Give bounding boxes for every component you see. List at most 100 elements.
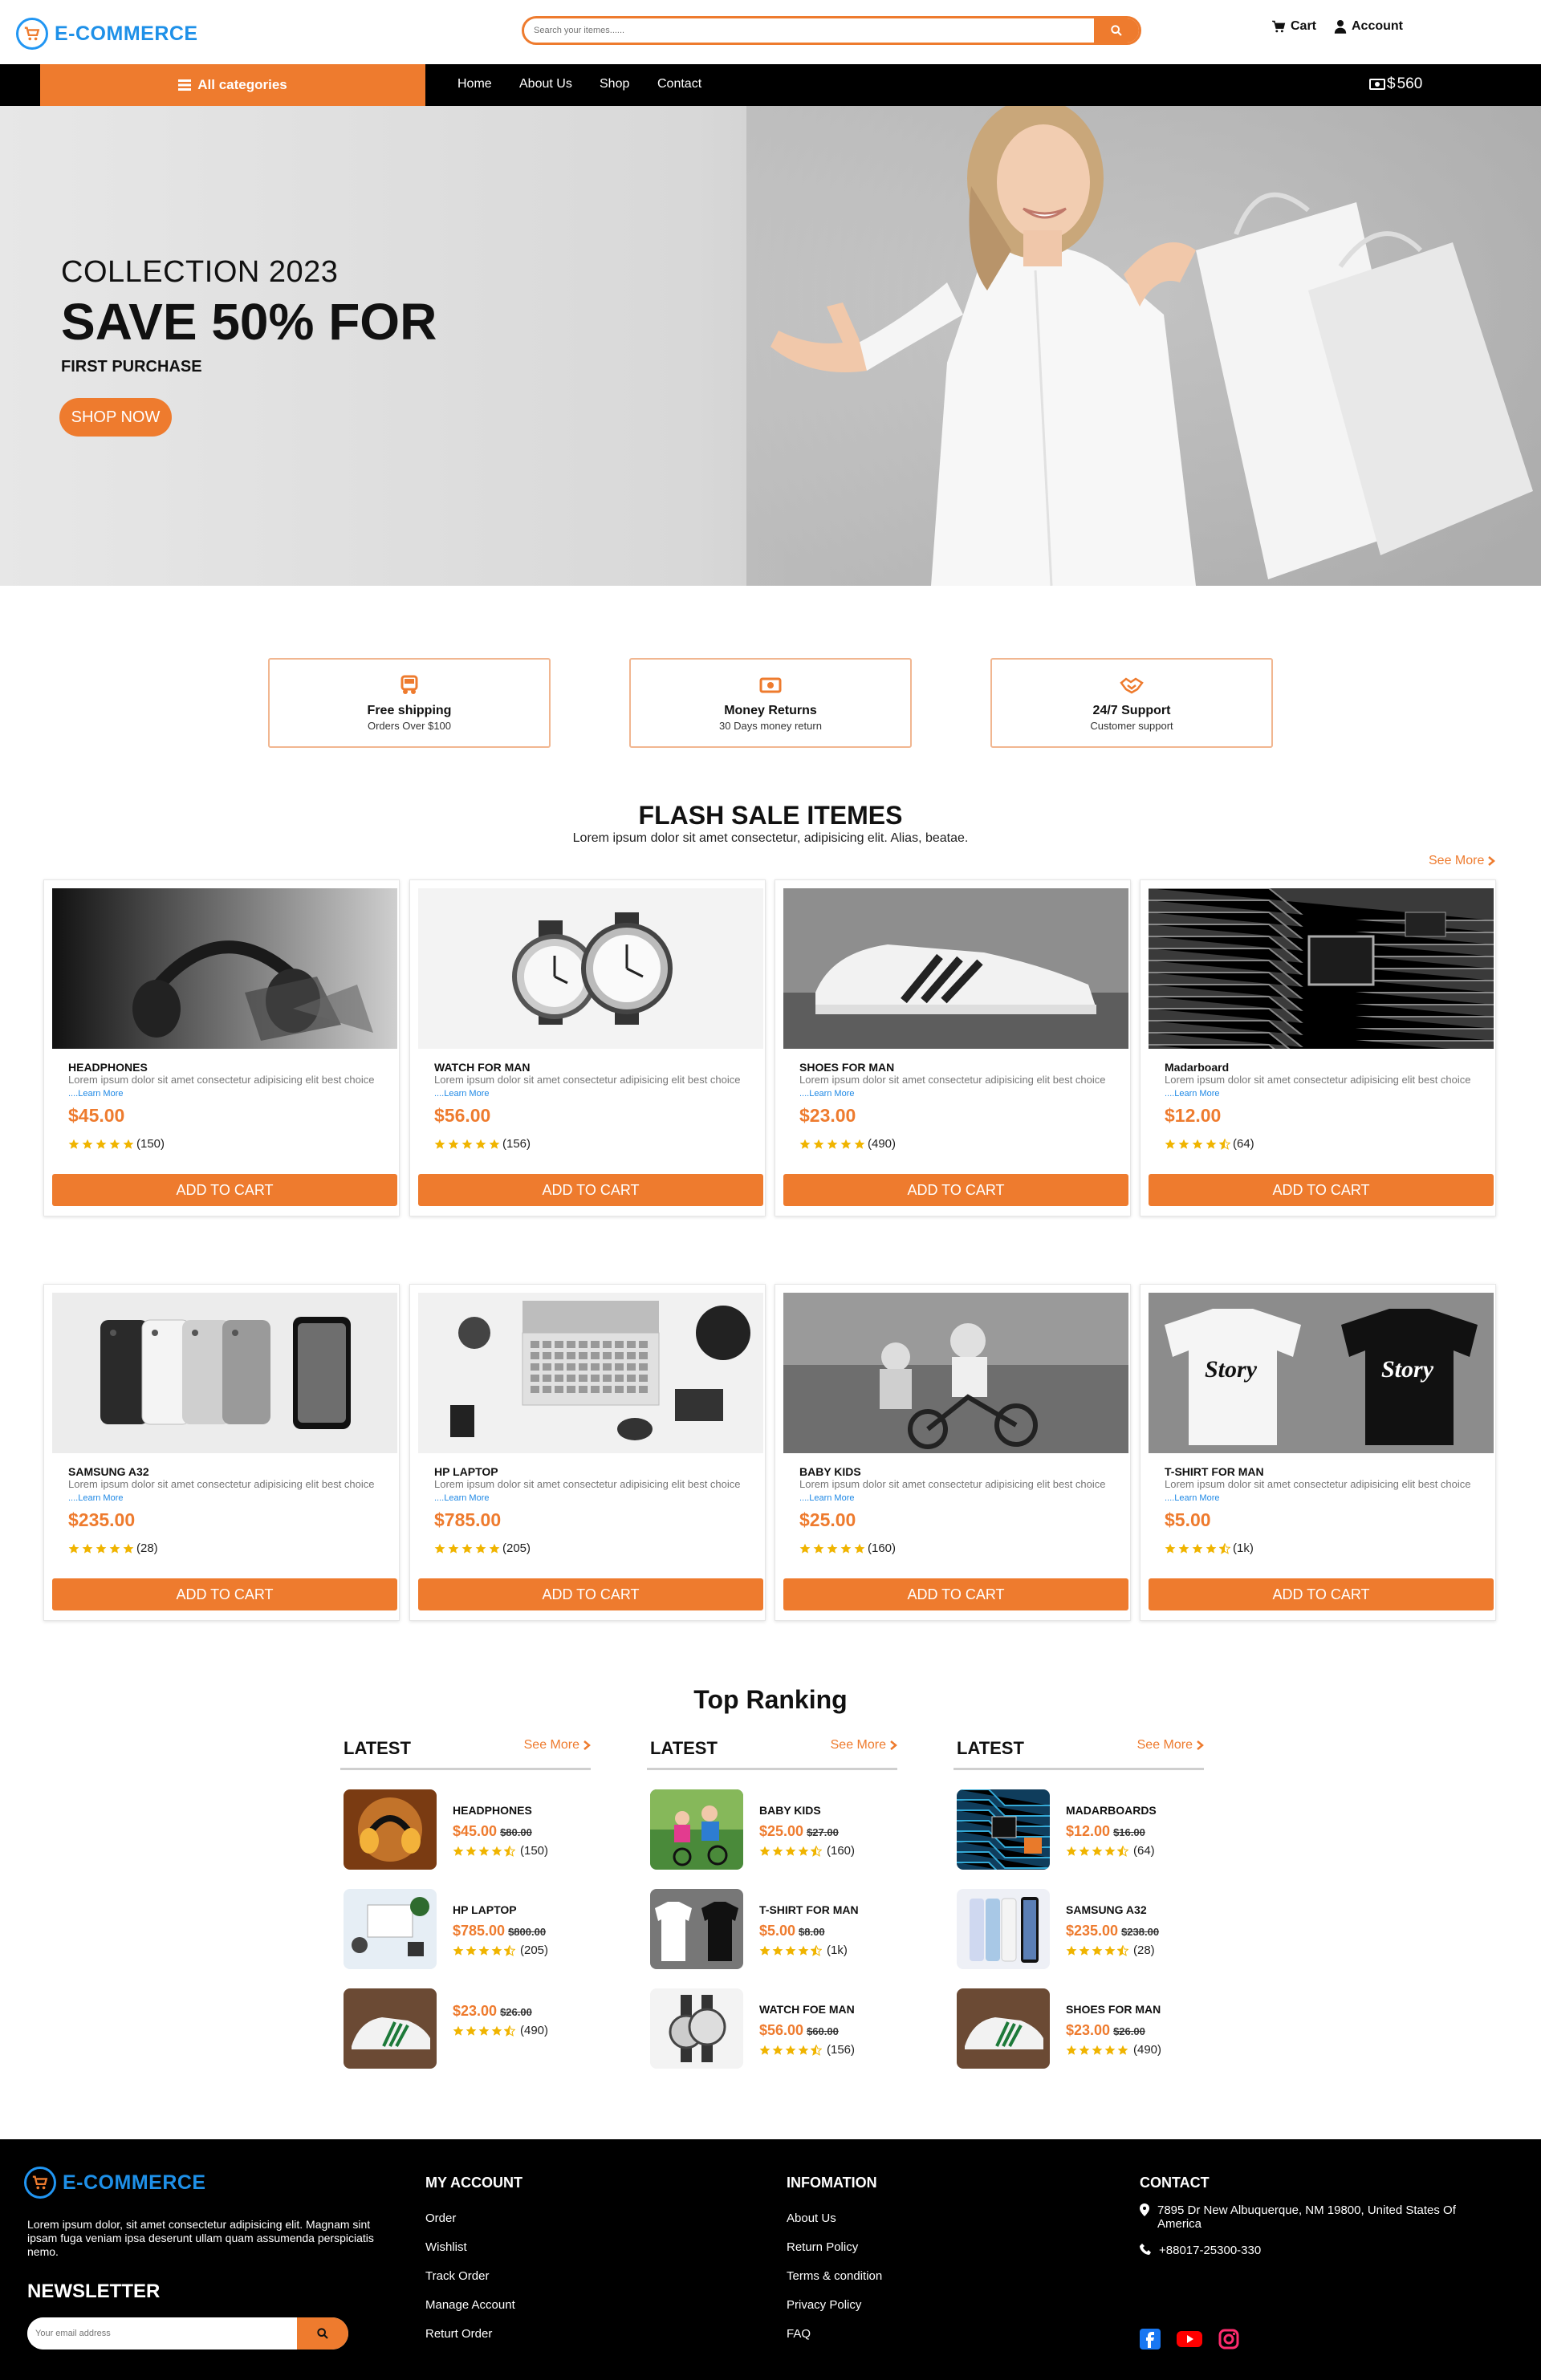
product-card-headphones[interactable]: HEADPHONES Lorem ipsum dolor sit amet co… <box>43 879 400 1216</box>
brand-logo[interactable]: E-COMMERCE <box>16 18 198 50</box>
learn-more-link[interactable]: ....Learn More <box>434 1089 489 1099</box>
ranking-item[interactable]: SAMSUNG A32 $235.00 $238.00 (28) <box>957 1889 1204 1969</box>
footer-about-text: Lorem ipsum dolor, sit amet consectetur … <box>27 2218 374 2258</box>
product-card-hp-laptop[interactable]: HP LAPTOP Lorem ipsum dolor sit amet con… <box>409 1284 766 1621</box>
product-description: Lorem ipsum dolor sit amet consectetur a… <box>1165 1478 1471 1503</box>
footer-link-about-us[interactable]: About Us <box>787 2211 836 2225</box>
product-image[interactable]: Story Story <box>1149 1293 1494 1453</box>
footer-link-order[interactable]: Order <box>425 2211 456 2225</box>
ranking-column-label: LATEST <box>650 1738 718 1758</box>
star-icon <box>466 1846 477 1856</box>
add-to-cart-button[interactable]: ADD TO CART <box>1149 1174 1494 1206</box>
add-to-cart-button[interactable]: ADD TO CART <box>418 1578 763 1610</box>
ranking-see-more-link[interactable]: See More <box>831 1738 897 1753</box>
shop-now-button[interactable]: SHOP NOW <box>59 398 172 437</box>
ranking-item-image[interactable] <box>344 1789 437 1870</box>
learn-more-link[interactable]: ....Learn More <box>799 1493 854 1503</box>
ranking-item[interactable]: SHOES FOR MAN $23.00 $26.00 (490) <box>957 1988 1204 2069</box>
product-card-madarboard[interactable]: Madarboard Lorem ipsum dolor sit amet co… <box>1140 879 1496 1216</box>
footer-link-track-order[interactable]: Track Order <box>425 2269 489 2283</box>
ranking-item[interactable]: HP LAPTOP $785.00 $800.00 (205) <box>344 1889 591 1969</box>
add-to-cart-button[interactable]: ADD TO CART <box>418 1174 763 1206</box>
learn-more-link[interactable]: ....Learn More <box>68 1089 123 1099</box>
newsletter-title: NEWSLETTER <box>27 2280 161 2302</box>
ranking-item-image[interactable] <box>650 1789 743 1870</box>
learn-more-link[interactable]: ....Learn More <box>1165 1493 1219 1503</box>
nav-contact[interactable]: Contact <box>657 77 701 91</box>
learn-more-link[interactable]: ....Learn More <box>1165 1089 1219 1099</box>
footer-link-privacy[interactable]: Privacy Policy <box>787 2298 861 2312</box>
product-image[interactable] <box>52 888 397 1049</box>
ranking-item-image[interactable] <box>957 1988 1050 2069</box>
main-navbar: All categories Home About Us Shop Contac… <box>0 64 1541 106</box>
newsletter-email-input[interactable] <box>27 2317 297 2350</box>
ranking-item[interactable]: HEADPHONES $45.00 $80.00 (150) <box>344 1789 591 1870</box>
all-categories-button[interactable]: All categories <box>40 64 425 106</box>
learn-more-link[interactable]: ....Learn More <box>434 1493 489 1503</box>
ranking-item-image[interactable] <box>650 1889 743 1969</box>
youtube-icon[interactable] <box>1177 2329 1202 2350</box>
cart-link[interactable]: Cart <box>1271 19 1316 34</box>
star-half-icon <box>811 1944 822 1956</box>
search-button[interactable] <box>1094 18 1139 43</box>
product-card-baby-kids[interactable]: BABY KIDS Lorem ipsum dolor sit amet con… <box>775 1284 1131 1621</box>
learn-more-link[interactable]: ....Learn More <box>799 1089 854 1099</box>
product-image[interactable] <box>418 1293 763 1453</box>
product-card-watch-for-man[interactable]: WATCH FOR MAN Lorem ipsum dolor sit amet… <box>409 879 766 1216</box>
product-image[interactable] <box>783 1293 1128 1453</box>
add-to-cart-button[interactable]: ADD TO CART <box>783 1578 1128 1610</box>
ranking-item-price: $56.00 $60.00 <box>759 2022 839 2039</box>
product-image[interactable] <box>783 888 1128 1049</box>
product-card-samsung-a32[interactable]: SAMSUNG A32 Lorem ipsum dolor sit amet c… <box>43 1284 400 1621</box>
product-image[interactable] <box>418 888 763 1049</box>
ranking-item-image[interactable] <box>344 1988 437 2069</box>
nav-about-us[interactable]: About Us <box>519 77 572 91</box>
facebook-icon[interactable] <box>1140 2329 1161 2350</box>
account-link[interactable]: Account <box>1334 19 1403 34</box>
ranking-item-image[interactable] <box>344 1889 437 1969</box>
footer-link-faq[interactable]: FAQ <box>787 2327 811 2341</box>
ranking-item[interactable]: $23.00 $26.00 (490) <box>344 1988 591 2069</box>
ranking-item[interactable]: T-SHIRT FOR MAN $5.00 $8.00 (1k) <box>650 1889 897 1969</box>
add-to-cart-button[interactable]: ADD TO CART <box>783 1174 1128 1206</box>
brand-name: E-COMMERCE <box>55 22 198 45</box>
product-description: Lorem ipsum dolor sit amet consectetur a… <box>799 1478 1106 1503</box>
add-to-cart-button[interactable]: ADD TO CART <box>1149 1578 1494 1610</box>
ranking-item[interactable]: WATCH FOE MAN $56.00 $60.00 (156) <box>650 1988 897 2069</box>
ranking-item-image[interactable] <box>650 1988 743 2069</box>
add-to-cart-button[interactable]: ADD TO CART <box>52 1578 397 1610</box>
ranking-item-image[interactable] <box>957 1789 1050 1870</box>
flash-see-more-link[interactable]: See More <box>1429 854 1496 868</box>
footer-link-return-policy[interactable]: Return Policy <box>787 2240 858 2254</box>
search-bar <box>522 16 1141 45</box>
ranking-item-rating: (205) <box>453 1943 548 1957</box>
footer-link-wishlist[interactable]: Wishlist <box>425 2240 467 2254</box>
instagram-icon[interactable] <box>1218 2329 1239 2350</box>
ranking-item-image[interactable] <box>957 1889 1050 1969</box>
add-to-cart-button[interactable]: ADD TO CART <box>52 1174 397 1206</box>
search-input[interactable] <box>524 18 1094 43</box>
product-image[interactable] <box>1149 888 1494 1049</box>
ranking-see-more-link[interactable]: See More <box>1137 1738 1204 1753</box>
ranking-item[interactable]: BABY KIDS $25.00 $27.00 (160) <box>650 1789 897 1870</box>
ranking-column-header: LATEST See More <box>953 1733 1204 1770</box>
product-rating: (28) <box>68 1541 158 1555</box>
see-more-label: See More <box>1429 854 1485 867</box>
footer-link-terms[interactable]: Terms & condition <box>787 2269 882 2283</box>
learn-more-link[interactable]: ....Learn More <box>68 1493 123 1503</box>
nav-home[interactable]: Home <box>457 77 492 91</box>
newsletter-submit-button[interactable] <box>297 2317 348 2350</box>
product-description: Lorem ipsum dolor sit amet consectetur a… <box>799 1074 1106 1099</box>
product-image[interactable] <box>52 1293 397 1453</box>
product-name: Madarboard <box>1165 1061 1230 1074</box>
ranking-item[interactable]: MADARBOARDS $12.00 $16.00 (64) <box>957 1789 1204 1870</box>
star-icon <box>109 1139 120 1149</box>
footer-link-return-order[interactable]: Returt Order <box>425 2327 492 2341</box>
footer-link-manage-account[interactable]: Manage Account <box>425 2298 515 2312</box>
product-card-t-shirt-for-man[interactable]: Story Story T-SHIRT FOR MAN Lorem ipsum d… <box>1140 1284 1496 1621</box>
product-card-shoes-for-man[interactable]: SHOES FOR MAN Lorem ipsum dolor sit amet… <box>775 879 1131 1216</box>
footer-brand-logo[interactable]: E-COMMERCE <box>24 2167 206 2199</box>
ranking-see-more-link[interactable]: See More <box>524 1738 591 1753</box>
nav-shop[interactable]: Shop <box>600 77 629 91</box>
star-icon <box>1079 2045 1090 2055</box>
